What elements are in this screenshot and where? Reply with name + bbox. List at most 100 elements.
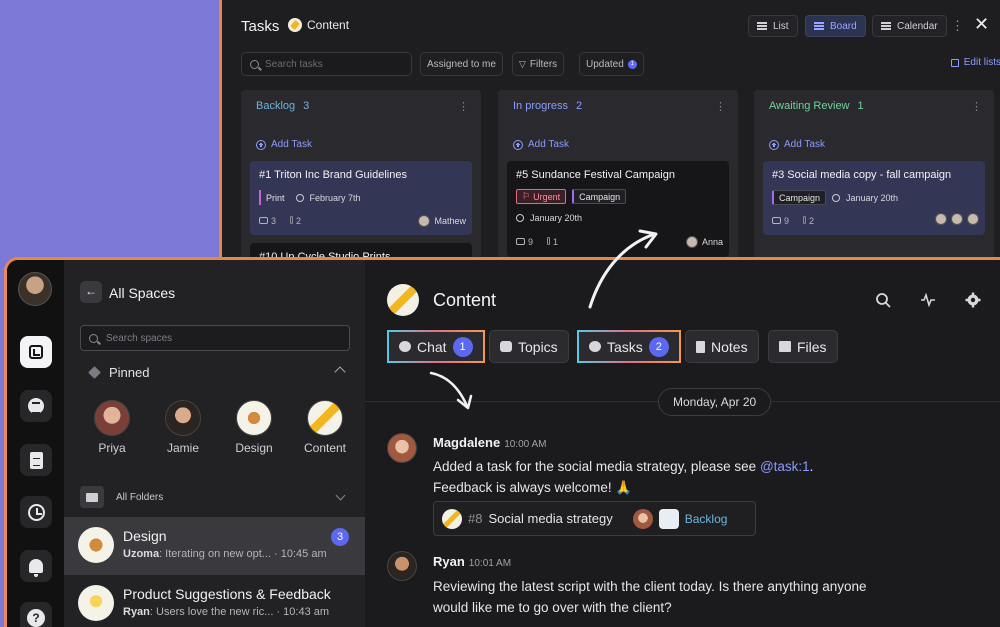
tab-chat[interactable]: Chat 1 — [387, 330, 485, 363]
tab-badge: 2 — [648, 336, 669, 357]
gear-icon[interactable] — [965, 292, 981, 308]
rail-tasks-button[interactable] — [20, 390, 52, 422]
card-meta: 3 2 — [259, 216, 301, 226]
calendar-icon — [881, 22, 891, 30]
back-arrow-icon[interactable]: ← — [80, 281, 102, 303]
message-author[interactable]: Ryan 10:01 AM — [433, 554, 511, 569]
comment-count: 3 — [259, 216, 276, 226]
task-reference-card[interactable]: #8 Social media strategy Backlog — [433, 501, 756, 536]
pencil-icon — [387, 284, 419, 316]
column-menu-icon[interactable]: ⋮ — [971, 100, 982, 113]
clock-icon — [516, 214, 524, 222]
close-icon[interactable]: ✕ — [974, 14, 989, 35]
tasks-search-input[interactable] — [265, 58, 405, 70]
tab-label: Notes — [711, 338, 748, 355]
task-card[interactable]: #5 Sundance Festival Campaign ⚐ Urgent Ca… — [507, 161, 729, 257]
add-task-button[interactable]: Add Task — [513, 139, 569, 150]
task-card[interactable]: #3 Social media copy - fall campaign Cam… — [763, 161, 985, 235]
message-time: 10:01 AM — [468, 558, 512, 569]
card-title: #1 Triton Inc Brand Guidelines — [259, 169, 407, 181]
chevron-up-icon[interactable] — [334, 366, 346, 378]
column-menu-icon[interactable]: ⋮ — [715, 100, 726, 113]
spaces-search[interactable] — [80, 325, 350, 351]
avatar[interactable] — [387, 551, 417, 581]
due-date: January 20th — [530, 213, 583, 223]
pin-icon — [88, 366, 101, 379]
tasks-toolbar: Assigned to me ▽ Filters Updated 1 Edit … — [241, 52, 1000, 76]
comment-icon — [259, 217, 268, 224]
space-item-product-suggestions[interactable]: Product Suggestions & Feedback Ryan: Use… — [64, 575, 365, 627]
tab-badge: 1 — [452, 336, 473, 357]
card-meta: 9 2 — [772, 216, 814, 226]
pinned-item-jamie[interactable]: Jamie — [155, 400, 211, 455]
pinned-section-header[interactable]: Pinned — [88, 365, 346, 380]
tab-label: Topics — [518, 338, 558, 355]
filters-label: Filters — [529, 58, 558, 70]
tasks-header: Tasks Content List Board Calendar ⋮ ✕ — [222, 0, 1000, 52]
pencil-icon — [442, 508, 462, 529]
due-date: February 7th — [309, 192, 361, 203]
document-icon — [696, 340, 705, 353]
tab-label: Chat — [417, 338, 447, 355]
avatar — [418, 215, 431, 227]
filters-button[interactable]: ▽ Filters — [512, 52, 565, 76]
avatar — [935, 213, 947, 225]
task-title: Social media strategy — [488, 511, 613, 526]
comment-icon — [772, 217, 781, 224]
tasks-breadcrumb[interactable]: Content — [288, 18, 349, 32]
tab-topics[interactable]: Topics — [489, 330, 569, 363]
edit-lists-button[interactable]: Edit lists — [950, 57, 1000, 68]
tab-notes[interactable]: Notes — [685, 330, 759, 363]
tag-urgent: ⚐ Urgent — [516, 189, 567, 204]
pencil-icon — [307, 400, 343, 436]
more-options-icon[interactable]: ⋮ — [951, 18, 964, 34]
add-task-button[interactable]: Add Task — [256, 139, 312, 150]
column-header: Backlog 3 — [256, 100, 309, 112]
tab-files[interactable]: Files — [768, 330, 838, 363]
rail-spaces-button[interactable] — [20, 336, 52, 368]
view-calendar-button[interactable]: Calendar — [872, 15, 947, 37]
rail-notifications-button[interactable] — [20, 550, 52, 582]
updated-label: Updated — [586, 58, 624, 70]
activity-icon[interactable] — [920, 292, 936, 308]
tasks-search[interactable] — [241, 52, 412, 76]
message-author[interactable]: Magdalene 10:00 AM — [433, 435, 546, 450]
task-mention-link[interactable]: @task:1 — [760, 459, 810, 474]
clock-icon — [27, 503, 45, 521]
tasks-icon — [589, 341, 601, 352]
rail-notes-button[interactable] — [20, 444, 52, 476]
rail-help-button[interactable]: ? — [20, 602, 52, 627]
column-name: Backlog — [256, 100, 296, 112]
column-header: In progress 2 — [513, 100, 582, 112]
view-calendar-label: Calendar — [897, 20, 938, 32]
column-header: Awaiting Review 1 — [769, 100, 864, 112]
pinned-item-content[interactable]: Content — [297, 400, 353, 455]
column-menu-icon[interactable]: ⋮ — [458, 100, 469, 113]
user-avatar[interactable] — [18, 272, 52, 306]
pinned-label: Design — [235, 441, 273, 455]
spaces-search-input[interactable] — [106, 332, 326, 344]
view-list-button[interactable]: List — [748, 15, 798, 37]
pinned-item-design[interactable]: Design — [226, 400, 282, 455]
task-card[interactable]: #1 Triton Inc Brand Guidelines Print Feb… — [250, 161, 472, 235]
tab-tasks[interactable]: Tasks 2 — [577, 330, 681, 363]
date-divider: Monday, Apr 20 — [658, 388, 772, 416]
all-folders-toggle[interactable]: All Folders — [74, 483, 356, 511]
chat-main: Content Chat 1 Topics Tasks 2 Notes File… — [365, 260, 1000, 627]
board-icon — [814, 22, 824, 30]
pinned-item-priya[interactable]: Priya — [84, 400, 140, 455]
search-icon[interactable] — [875, 292, 891, 308]
assigned-to-me-button[interactable]: Assigned to me — [420, 52, 503, 76]
rail-history-button[interactable] — [20, 496, 52, 528]
view-board-button[interactable]: Board — [805, 15, 866, 37]
avatar — [632, 508, 653, 529]
card-meta: 9 1 — [516, 237, 558, 247]
avatar[interactable] — [387, 433, 417, 463]
add-task-button[interactable]: Add Task — [769, 139, 825, 150]
due-date: January 20th — [846, 192, 899, 203]
space-item-design[interactable]: Design Uzoma: Iterating on new opt... · … — [64, 517, 365, 575]
chevron-down-icon — [335, 490, 346, 501]
topics-icon — [500, 341, 512, 352]
updated-sort-button[interactable]: Updated 1 — [579, 52, 644, 76]
comment-count: 9 — [516, 237, 533, 247]
